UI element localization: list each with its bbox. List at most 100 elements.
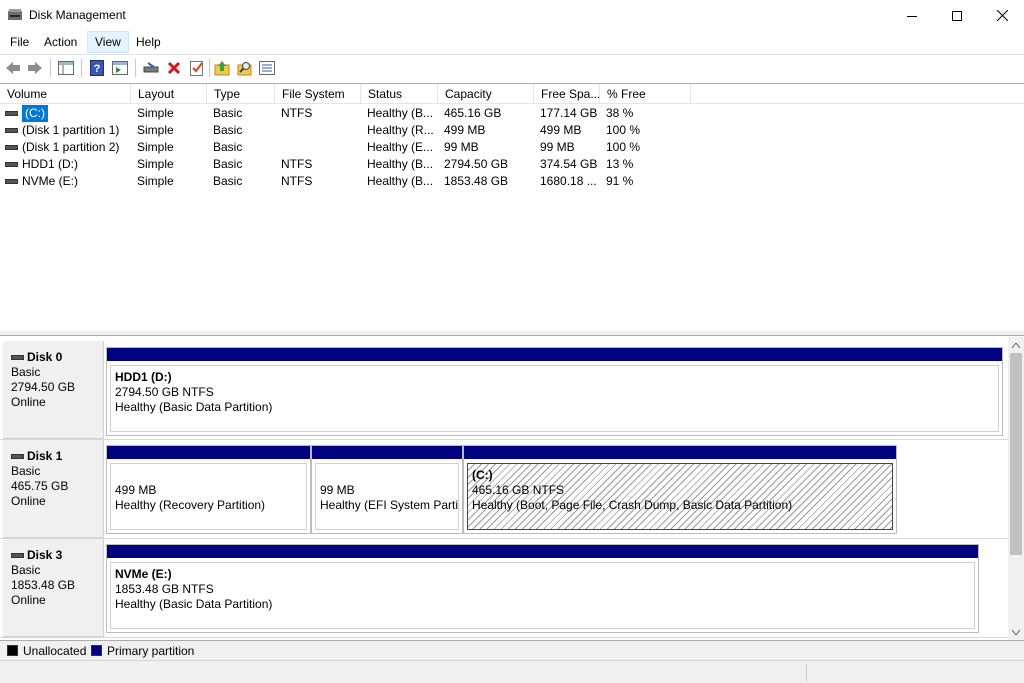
legend-primary: Primary partition	[107, 644, 195, 658]
show-action-pane-button[interactable]	[110, 58, 130, 78]
menu-file[interactable]: File	[3, 31, 36, 53]
drive-icon	[5, 128, 18, 133]
help-button[interactable]: ?	[87, 58, 107, 78]
partition-status: Healthy (Recovery Partition)	[115, 498, 266, 512]
details-button[interactable]	[257, 58, 277, 78]
menu-view[interactable]: View	[87, 31, 129, 53]
partition-size: 465.16 GB NTFS	[472, 483, 565, 497]
pane-splitter[interactable]	[0, 331, 1024, 336]
back-button[interactable]	[3, 58, 23, 78]
volume-status: Healthy (R...	[367, 123, 434, 137]
column-type[interactable]: Type	[207, 84, 275, 104]
menu-action[interactable]: Action	[37, 31, 84, 53]
volume-list-header: Volume Layout Type File System Status Ca…	[0, 84, 1024, 104]
minimize-icon	[907, 15, 917, 17]
primary-partition-swatch	[91, 645, 102, 656]
volume-row[interactable]: (Disk 1 partition 2) Simple Basic Health…	[0, 139, 1024, 156]
disk-map-scrollbar[interactable]	[1008, 337, 1024, 640]
volume-file-system: NTFS	[281, 174, 313, 188]
maximize-icon	[952, 10, 962, 21]
partition-title: HDD1 (D:)	[115, 370, 172, 384]
window-title: Disk Management	[29, 8, 126, 22]
volume-percent-free: 13 %	[606, 157, 634, 171]
partition-block[interactable]: 99 MB Healthy (EFI System Partit	[311, 445, 463, 534]
column-layout[interactable]: Layout	[131, 84, 207, 104]
partition-size: 499 MB	[115, 483, 157, 497]
list-view-icon	[58, 61, 74, 75]
disk-management-app-icon	[8, 9, 22, 20]
volume-list: Volume Layout Type File System Status Ca…	[0, 83, 1024, 331]
partition-block[interactable]: NVMe (E:) 1853.48 GB NTFS Healthy (Basic…	[106, 544, 979, 633]
partition-block-selected[interactable]: (C:) 465.16 GB NTFS Healthy (Boot, Page …	[463, 445, 897, 534]
disk-type: Basic	[11, 464, 41, 478]
delete-button[interactable]	[164, 58, 184, 78]
volume-type: Basic	[213, 123, 243, 137]
forward-button[interactable]	[25, 58, 45, 78]
volume-free-space: 374.54 GB	[540, 157, 598, 171]
help-icon: ?	[90, 60, 104, 76]
menu-bar: File Action View Help	[0, 31, 1024, 53]
partition-size: 1853.48 GB NTFS	[115, 582, 214, 596]
chevron-down-icon	[1012, 629, 1020, 635]
volume-layout: Simple	[137, 140, 174, 154]
partition-status: Healthy (Basic Data Partition)	[115, 597, 273, 611]
disk-state: Online	[11, 593, 46, 607]
column-percent-free[interactable]: % Free	[600, 84, 691, 104]
minimize-button[interactable]	[889, 0, 935, 31]
volume-capacity: 499 MB	[444, 123, 486, 137]
volume-row[interactable]: (Disk 1 partition 1) Simple Basic Health…	[0, 122, 1024, 139]
partition-title: (C:)	[472, 468, 493, 482]
volume-name: (Disk 1 partition 2)	[22, 140, 120, 154]
partition-size: 99 MB	[320, 483, 355, 497]
show-hide-console-tree-button[interactable]	[56, 58, 76, 78]
volume-row[interactable]: NVMe (E:) Simple Basic NTFS Healthy (B..…	[0, 173, 1024, 190]
volume-file-system: NTFS	[281, 106, 313, 120]
connect-icon	[143, 62, 159, 73]
partition-status: Healthy (Basic Data Partition)	[115, 400, 273, 414]
disk-row: Disk 1 Basic 465.75 GB Online 499 MB Hea…	[0, 440, 1008, 539]
column-capacity[interactable]: Capacity	[438, 84, 534, 104]
properties-view-icon	[112, 61, 128, 75]
scrollbar-thumb[interactable]	[1010, 353, 1022, 555]
disk-icon	[11, 454, 24, 459]
checklist-button[interactable]	[187, 58, 207, 78]
scroll-down-button[interactable]	[1008, 624, 1024, 640]
disk-label[interactable]: Disk 3 Basic 1853.48 GB Online	[3, 539, 104, 637]
disk-name: Disk 3	[27, 548, 63, 562]
maximize-button[interactable]	[934, 0, 980, 31]
close-button[interactable]	[979, 0, 1024, 31]
disk-label[interactable]: Disk 0 Basic 2794.50 GB Online	[3, 341, 104, 439]
drive-icon	[5, 162, 18, 167]
up-folder-button[interactable]	[212, 58, 232, 78]
up-icon	[214, 61, 230, 76]
disk-state: Online	[11, 395, 46, 409]
menu-help[interactable]: Help	[129, 31, 168, 53]
volume-name: (Disk 1 partition 1)	[22, 123, 120, 137]
disk-row: Disk 0 Basic 2794.50 GB Online HDD1 (D:)…	[0, 341, 1008, 440]
volume-row[interactable]: HDD1 (D:) Simple Basic NTFS Healthy (B..…	[0, 156, 1024, 173]
column-file-system[interactable]: File System	[275, 84, 361, 104]
connect-virtual-disk-button[interactable]	[141, 58, 161, 78]
column-free-space[interactable]: Free Spa...	[534, 84, 600, 104]
check-icon	[190, 61, 203, 76]
volume-status: Healthy (B...	[367, 157, 434, 171]
column-volume[interactable]: Volume	[0, 84, 131, 104]
volume-row[interactable]: (C:) Simple Basic NTFS Healthy (B... 465…	[0, 105, 1024, 122]
disk-row: Disk 3 Basic 1853.48 GB Online NVMe (E:)…	[0, 539, 1008, 638]
volume-capacity: 465.16 GB	[444, 106, 502, 120]
disk-label[interactable]: Disk 1 Basic 465.75 GB Online	[3, 440, 104, 538]
volume-type: Basic	[213, 106, 243, 120]
volume-capacity: 99 MB	[444, 140, 479, 154]
disk-name: Disk 1	[27, 449, 63, 463]
column-status[interactable]: Status	[361, 84, 438, 104]
scroll-up-button[interactable]	[1008, 337, 1024, 353]
partition-block[interactable]: HDD1 (D:) 2794.50 GB NTFS Healthy (Basic…	[106, 347, 1003, 436]
disk-type: Basic	[11, 365, 41, 379]
close-icon	[996, 10, 1008, 21]
partition-block[interactable]: 499 MB Healthy (Recovery Partition)	[106, 445, 311, 534]
drive-icon	[5, 145, 18, 150]
disk-map: Disk 0 Basic 2794.50 GB Online HDD1 (D:)…	[0, 337, 1008, 640]
partition-status: Healthy (EFI System Partit	[320, 498, 459, 512]
partition-size: 2794.50 GB NTFS	[115, 385, 214, 399]
search-button[interactable]	[235, 58, 255, 78]
